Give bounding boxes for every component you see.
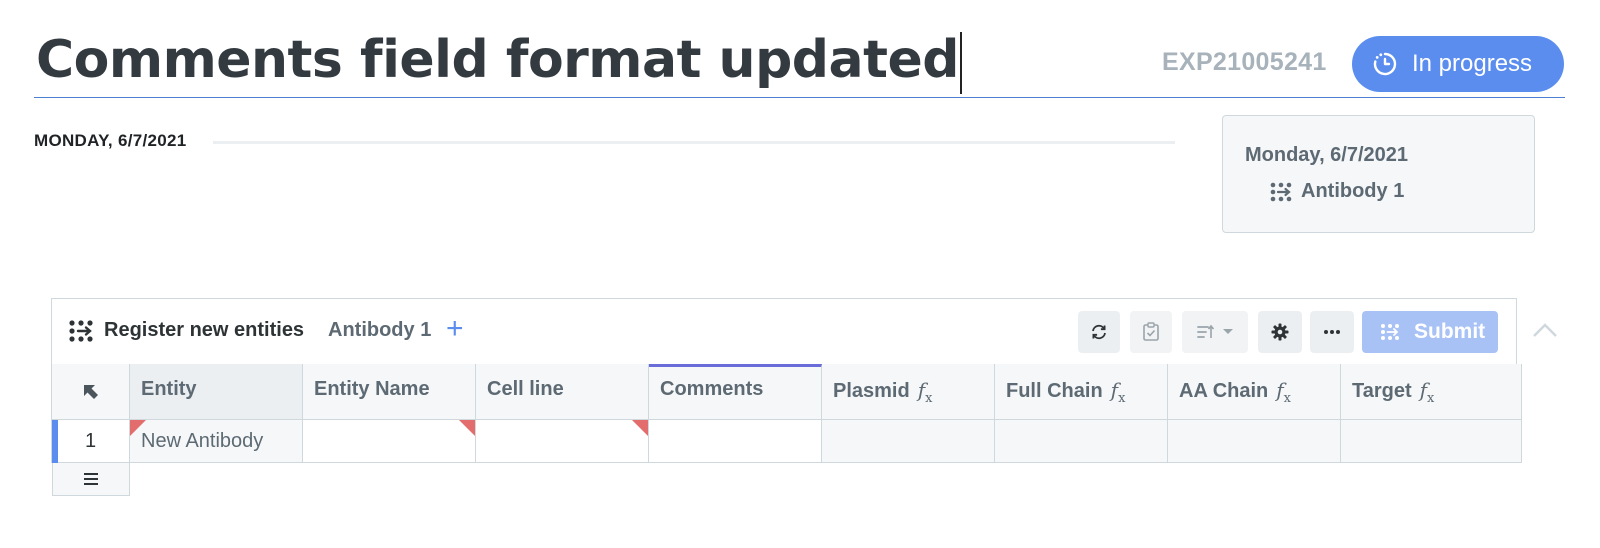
column-label: AA Chain: [1179, 380, 1269, 402]
outline-entity-link[interactable]: Antibody 1: [1269, 180, 1404, 203]
chevron-down-icon: [1223, 329, 1233, 334]
refresh-icon: [1092, 324, 1106, 340]
validate-button[interactable]: [1130, 311, 1172, 353]
row-number[interactable]: 1: [52, 420, 130, 463]
outline-date[interactable]: Monday, 6/7/2021: [1245, 144, 1408, 167]
table-cell-comments[interactable]: [649, 420, 822, 463]
entry-outline-card: Monday, 6/7/2021 Antibody 1: [1222, 115, 1535, 233]
formula-icon: fx: [917, 378, 933, 406]
chevron-up-icon: [1533, 323, 1557, 337]
formula-icon: fx: [1276, 378, 1292, 406]
column-header-entity[interactable]: Entity: [130, 364, 303, 420]
status-button[interactable]: In progress: [1352, 36, 1564, 92]
ellipsis-icon: [1324, 330, 1340, 334]
submit-label: Submit: [1414, 320, 1486, 343]
entry-title-input[interactable]: Comments field format updated: [36, 30, 962, 94]
column-label: Full Chain: [1006, 380, 1103, 402]
cell-value: New Antibody: [141, 430, 264, 452]
more-options-button[interactable]: [1310, 311, 1354, 353]
table-cell-entity-name[interactable]: [303, 420, 476, 463]
table-cell-plasmid[interactable]: [822, 420, 995, 463]
column-header-entity-name[interactable]: Entity Name: [303, 364, 476, 420]
arrow-up-left-icon: [83, 384, 98, 399]
column-header-aa-chain[interactable]: AA Chain fx: [1168, 364, 1341, 420]
formula-icon: fx: [1419, 378, 1435, 406]
column-label: Entity: [141, 378, 197, 400]
collapse-panel-button[interactable]: [1532, 322, 1558, 343]
settings-button[interactable]: [1258, 311, 1302, 353]
sort-icon: [1197, 324, 1214, 338]
register-entities-icon: [68, 319, 94, 348]
entity-dots-icon: [1269, 181, 1293, 203]
table-cell-entity[interactable]: New Antibody: [130, 420, 303, 463]
date-divider: [213, 141, 1175, 144]
required-flag: [459, 420, 475, 436]
panel-title: Register new entities: [104, 319, 305, 341]
progress-clock-icon: [1373, 52, 1397, 76]
formula-icon: fx: [1110, 378, 1126, 406]
table-cell-target[interactable]: [1341, 420, 1522, 463]
column-label: Plasmid: [833, 380, 910, 402]
entry-date-label: MONDAY, 6/7/2021: [34, 131, 187, 150]
submit-button[interactable]: Submit: [1362, 311, 1498, 353]
column-label: Cell line: [487, 378, 564, 400]
clipboard-check-icon: [1143, 322, 1159, 341]
panel-toolbar: Register new entities Antibody 1 + Submi…: [52, 299, 1516, 363]
column-label: Comments: [660, 378, 764, 400]
required-flag: [130, 420, 146, 436]
experiment-header: Comments field format updated EXP2100524…: [34, 22, 1565, 98]
hamburger-menu-icon: [84, 473, 98, 485]
column-label: Entity Name: [314, 378, 430, 400]
column-header-full-chain[interactable]: Full Chain fx: [995, 364, 1168, 420]
text-caret: [959, 32, 962, 94]
column-header-target[interactable]: Target fx: [1341, 364, 1522, 420]
row-menu-button[interactable]: [52, 463, 130, 496]
sort-dropdown-button[interactable]: [1182, 311, 1248, 353]
column-header-cell-line[interactable]: Cell line: [476, 364, 649, 420]
row-selection-indicator: [52, 420, 58, 463]
column-header-comments[interactable]: Comments: [649, 364, 822, 420]
outline-entity-label: Antibody 1: [1301, 180, 1405, 202]
required-flag: [632, 420, 648, 436]
experiment-id: EXP21005241: [1162, 48, 1327, 76]
refresh-button[interactable]: [1078, 311, 1120, 353]
entity-tab-antibody-1[interactable]: Antibody 1: [328, 319, 431, 342]
column-header-plasmid[interactable]: Plasmid fx: [822, 364, 995, 420]
status-label: In progress: [1412, 50, 1533, 77]
submit-dots-icon: [1380, 323, 1400, 341]
select-all-corner[interactable]: [52, 364, 130, 420]
gear-icon: [1271, 323, 1289, 341]
table-cell-aa-chain[interactable]: [1168, 420, 1341, 463]
table-cell-cell-line[interactable]: [476, 420, 649, 463]
add-entity-button[interactable]: +: [446, 314, 464, 344]
table-cell-full-chain[interactable]: [995, 420, 1168, 463]
column-label: Target: [1352, 380, 1412, 402]
